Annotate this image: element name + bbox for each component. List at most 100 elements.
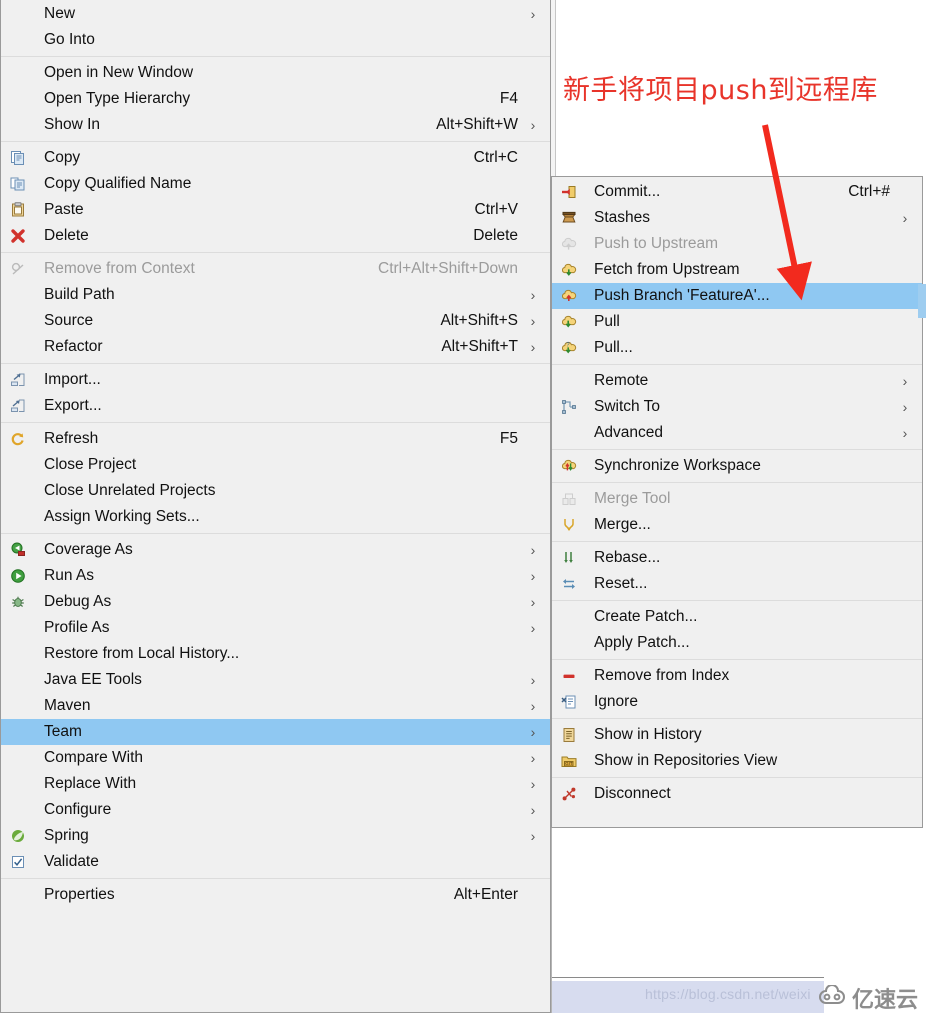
menu-separator bbox=[1, 422, 550, 423]
annotation-text: 新手将项目push到远程库 bbox=[563, 75, 878, 106]
menu-item-push-branch-featurea[interactable]: Push Branch 'FeatureA'...› bbox=[552, 283, 922, 309]
chevron-right-icon: › bbox=[530, 802, 536, 818]
menu-item-fetch-from-upstream[interactable]: Fetch from Upstream› bbox=[552, 257, 922, 283]
chevron-right-icon: › bbox=[530, 750, 536, 766]
menu-item-stashes[interactable]: Stashes › bbox=[552, 205, 922, 231]
menu-item-validate[interactable]: Validate› bbox=[1, 849, 550, 875]
menu-item-advanced[interactable]: Advanced › bbox=[552, 420, 922, 446]
project-context-menu[interactable]: New›Go Into›Open in New Window›Open Type… bbox=[0, 0, 551, 1013]
commit-icon bbox=[552, 182, 586, 202]
menu-item-close-project[interactable]: Close Project› bbox=[1, 452, 550, 478]
no-icon bbox=[1, 507, 35, 527]
menu-item-build-path[interactable]: Build Path › bbox=[1, 282, 550, 308]
menu-item-accelerator: Delete bbox=[473, 227, 518, 244]
menu-item-disconnect[interactable]: Disconnect› bbox=[552, 781, 922, 807]
fetch-icon bbox=[552, 260, 586, 280]
menu-item-spring[interactable]: Spring › bbox=[1, 823, 550, 849]
remove-index-icon bbox=[552, 666, 586, 686]
menu-item-coverage-as[interactable]: Coverage As › bbox=[1, 537, 550, 563]
delete-x-icon bbox=[1, 226, 35, 246]
no-icon bbox=[552, 423, 586, 443]
stash-box-icon bbox=[552, 208, 586, 228]
menu-item-open-type-hierarchy[interactable]: Open Type HierarchyF4› bbox=[1, 86, 550, 112]
menu-item-label: Apply Patch... bbox=[594, 634, 690, 651]
menu-item-accelerator: Ctrl+# bbox=[848, 183, 890, 200]
menu-item-label: Commit... bbox=[594, 183, 661, 200]
menu-item-label: Validate bbox=[44, 853, 99, 870]
chevron-right-icon: › bbox=[902, 399, 908, 415]
export-icon bbox=[1, 396, 35, 416]
menu-separator bbox=[552, 777, 922, 778]
menu-item-export[interactable]: Export...› bbox=[1, 393, 550, 419]
chevron-right-icon: › bbox=[530, 117, 536, 133]
menu-item-pull[interactable]: Pull› bbox=[552, 309, 922, 335]
menu-item-rebase[interactable]: Rebase...› bbox=[552, 545, 922, 571]
menu-item-apply-patch[interactable]: Apply Patch...› bbox=[552, 630, 922, 656]
no-icon bbox=[1, 644, 35, 664]
menu-item-push-to-upstream: Push to Upstream› bbox=[552, 231, 922, 257]
menu-item-accelerator: Alt+Shift+S bbox=[440, 312, 518, 329]
menu-item-source[interactable]: Source Alt+Shift+S › bbox=[1, 308, 550, 334]
menu-item-open-in-new-window[interactable]: Open in New Window› bbox=[1, 60, 550, 86]
menu-item-label: Stashes bbox=[594, 209, 651, 226]
menu-item-synchronize-workspace[interactable]: Synchronize Workspace› bbox=[552, 453, 922, 479]
menu-separator bbox=[1, 252, 550, 253]
menu-item-new[interactable]: New › bbox=[1, 1, 550, 27]
menu-item-remove-from-index[interactable]: Remove from Index› bbox=[552, 663, 922, 689]
validate-check-icon bbox=[1, 852, 35, 872]
menu-item-label: Show In bbox=[44, 116, 101, 133]
menu-separator bbox=[552, 541, 922, 542]
menu-item-accelerator: Alt+Shift+T bbox=[441, 338, 518, 355]
menu-item-configure[interactable]: Configure › bbox=[1, 797, 550, 823]
menu-item-copy[interactable]: CopyCtrl+C› bbox=[1, 145, 550, 171]
logo-text: 亿速云 bbox=[851, 988, 918, 1013]
menu-item-switch-to[interactable]: Switch To › bbox=[552, 394, 922, 420]
menu-item-replace-with[interactable]: Replace With › bbox=[1, 771, 550, 797]
menu-separator bbox=[552, 600, 922, 601]
menu-item-properties[interactable]: PropertiesAlt+Enter› bbox=[1, 882, 550, 908]
menu-item-show-in[interactable]: Show In Alt+Shift+W › bbox=[1, 112, 550, 138]
menu-item-assign-working-sets[interactable]: Assign Working Sets...› bbox=[1, 504, 550, 530]
menu-item-go-into[interactable]: Go Into› bbox=[1, 27, 550, 53]
menu-item-java-ee-tools[interactable]: Java EE Tools › bbox=[1, 667, 550, 693]
menu-item-remote[interactable]: Remote › bbox=[552, 368, 922, 394]
menu-item-restore-from-local-history[interactable]: Restore from Local History...› bbox=[1, 641, 550, 667]
run-icon bbox=[1, 566, 35, 586]
menu-item-run-as[interactable]: Run As › bbox=[1, 563, 550, 589]
menu-item-label: Team bbox=[44, 723, 82, 740]
menu-item-debug-as[interactable]: Debug As › bbox=[1, 589, 550, 615]
no-icon bbox=[1, 285, 35, 305]
menu-item-refresh[interactable]: RefreshF5› bbox=[1, 426, 550, 452]
scrollbar-thumb[interactable] bbox=[918, 284, 926, 318]
menu-item-close-unrelated-projects[interactable]: Close Unrelated Projects› bbox=[1, 478, 550, 504]
menu-item-ignore[interactable]: Ignore› bbox=[552, 689, 922, 715]
menu-item-label: Go Into bbox=[44, 31, 95, 48]
team-submenu[interactable]: Commit... Ctrl+# › Stashes › Push to Upstream… bbox=[551, 176, 923, 828]
menu-item-label: Close Unrelated Projects bbox=[44, 482, 216, 499]
menu-separator bbox=[1, 363, 550, 364]
paste-icon bbox=[1, 200, 35, 220]
menu-item-label: Remote bbox=[594, 372, 649, 389]
menu-item-compare-with[interactable]: Compare With › bbox=[1, 745, 550, 771]
menu-item-delete[interactable]: DeleteDelete› bbox=[1, 223, 550, 249]
menu-item-paste[interactable]: PasteCtrl+V› bbox=[1, 197, 550, 223]
menu-item-reset[interactable]: Reset...› bbox=[552, 571, 922, 597]
disconnect-icon bbox=[552, 784, 586, 804]
chevron-right-icon: › bbox=[530, 724, 536, 740]
menu-item-pull[interactable]: ?Pull...› bbox=[552, 335, 922, 361]
menu-item-refactor[interactable]: Refactor Alt+Shift+T › bbox=[1, 334, 550, 360]
menu-item-label: Close Project bbox=[44, 456, 137, 473]
menu-item-maven[interactable]: Maven › bbox=[1, 693, 550, 719]
menu-item-profile-as[interactable]: Profile As › bbox=[1, 615, 550, 641]
history-icon bbox=[552, 725, 586, 745]
menu-item-merge[interactable]: Merge...› bbox=[552, 512, 922, 538]
menu-item-show-in-repositories-view[interactable]: GITShow in Repositories View› bbox=[552, 748, 922, 774]
menu-item-show-in-history[interactable]: Show in History› bbox=[552, 722, 922, 748]
no-icon bbox=[1, 800, 35, 820]
menu-item-copy-qualified-name[interactable]: Copy Qualified Name› bbox=[1, 171, 550, 197]
synchronize-icon bbox=[552, 456, 586, 476]
menu-item-import[interactable]: Import...› bbox=[1, 367, 550, 393]
menu-item-team[interactable]: Team › bbox=[1, 719, 550, 745]
menu-item-commit[interactable]: Commit...Ctrl+#› bbox=[552, 179, 922, 205]
menu-item-create-patch[interactable]: Create Patch...› bbox=[552, 604, 922, 630]
